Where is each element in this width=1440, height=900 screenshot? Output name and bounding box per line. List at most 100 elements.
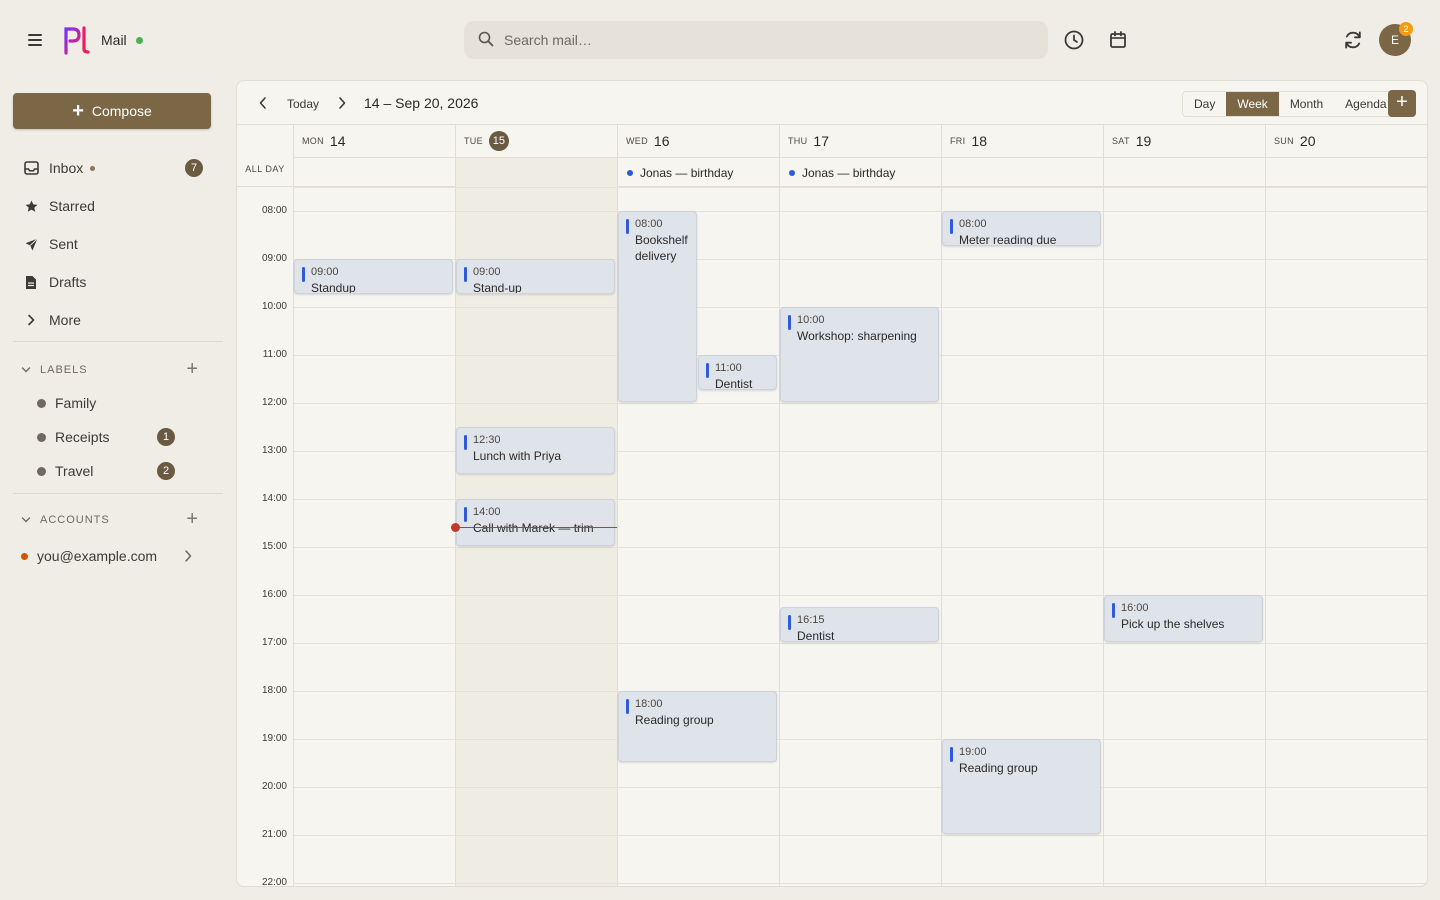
- compose-label: Compose: [91, 103, 152, 119]
- day-column-sat[interactable]: [1103, 187, 1265, 886]
- event-time: 09:00: [473, 266, 501, 278]
- hour-label: 10:00: [261, 301, 287, 312]
- event-card[interactable]: 08:00 Meter reading due: [942, 211, 1101, 246]
- prev-week-button[interactable]: [257, 96, 269, 110]
- account-status-dot: [21, 552, 28, 560]
- accounts-title: ACCOUNTS: [40, 514, 110, 526]
- day-number: 20: [1299, 133, 1316, 149]
- day-header-fri[interactable]: FRI 18: [941, 125, 1103, 158]
- event-card[interactable]: 10:00 Workshop: sharpening: [780, 307, 939, 402]
- event-card[interactable]: 19:00 Reading group: [942, 739, 1101, 834]
- event-card[interactable]: 11:00 Dentist: [698, 355, 777, 390]
- event-card[interactable]: 16:00 Pick up the shelves: [1104, 595, 1263, 642]
- account-item[interactable]: you@example.com: [13, 542, 211, 570]
- all-day-cell[interactable]: [1265, 158, 1427, 187]
- labels-title: LABELS: [40, 364, 88, 376]
- sidebar-item-more[interactable]: More: [13, 303, 211, 337]
- day-header-wed[interactable]: WED 16: [617, 125, 779, 158]
- sidebar-item-sent[interactable]: Sent: [13, 227, 211, 261]
- day-header-thu[interactable]: THU 17: [779, 125, 941, 158]
- label-item-family[interactable]: Family: [28, 388, 183, 418]
- menu-icon[interactable]: [24, 30, 46, 50]
- hour-label: 08:00: [261, 205, 287, 216]
- event-card[interactable]: 09:00 Standup: [294, 259, 453, 294]
- view-month-button[interactable]: Month: [1279, 92, 1334, 116]
- day-number: 19: [1135, 133, 1152, 149]
- event-card[interactable]: 08:00 Bookshelf delivery: [618, 211, 697, 402]
- add-event-button[interactable]: +: [1388, 90, 1416, 117]
- hour-gridline: [293, 883, 1427, 884]
- refresh-icon[interactable]: [1341, 28, 1365, 52]
- all-day-cell[interactable]: [293, 158, 455, 187]
- clock-icon[interactable]: [1062, 28, 1086, 52]
- all-day-event[interactable]: Jonas — birthday: [789, 165, 895, 181]
- view-day-button[interactable]: Day: [1183, 92, 1226, 116]
- top-bar: Mail E 2: [0, 0, 1440, 80]
- event-time: 18:00: [635, 698, 663, 710]
- sidebar-divider: [13, 493, 223, 494]
- labels-section-header[interactable]: LABELS +: [21, 358, 211, 381]
- label-color-dot: [37, 432, 46, 442]
- event-card[interactable]: 09:00 Stand-up: [456, 259, 615, 294]
- day-of-week: TUE: [464, 136, 483, 146]
- day-of-week: THU: [788, 136, 808, 146]
- event-time: 10:00: [797, 314, 825, 326]
- chevron-down-icon: [21, 367, 31, 373]
- event-color-dot: [789, 170, 795, 176]
- event-time: 16:15: [797, 614, 825, 626]
- hour-label: 09:00: [261, 253, 287, 264]
- event-card[interactable]: 14:00 Call with Marek — trim: [456, 499, 615, 546]
- app-logo: [64, 26, 90, 55]
- sidebar-item-drafts[interactable]: Drafts: [13, 265, 211, 299]
- search-bar[interactable]: [464, 21, 1048, 59]
- day-header-tue[interactable]: TUE 15: [455, 125, 617, 158]
- hour-gridline: [293, 211, 1427, 212]
- all-day-cell[interactable]: [455, 158, 617, 187]
- label-item-travel[interactable]: Travel 2: [28, 456, 183, 486]
- hour-label: 18:00: [261, 685, 287, 696]
- day-of-week: SUN: [1274, 136, 1294, 146]
- hour-gridline: [293, 187, 1427, 188]
- hour-gridline: [293, 787, 1427, 788]
- add-label-button[interactable]: +: [186, 358, 199, 381]
- day-header-sun[interactable]: SUN 20: [1265, 125, 1427, 158]
- hour-label: 11:00: [262, 349, 287, 360]
- add-account-button[interactable]: +: [186, 508, 199, 531]
- day-header-sat[interactable]: SAT 19: [1103, 125, 1265, 158]
- hour-label: 21:00: [261, 829, 287, 840]
- day-of-week: SAT: [1112, 136, 1130, 146]
- day-column-thu[interactable]: [779, 187, 941, 886]
- all-day-cell[interactable]: [941, 158, 1103, 187]
- sidebar-item-label: Drafts: [49, 274, 87, 290]
- search-input[interactable]: [504, 21, 1034, 59]
- accounts-section-header[interactable]: ACCOUNTS +: [21, 508, 211, 531]
- compose-button[interactable]: + Compose: [13, 93, 211, 129]
- calendar-icon[interactable]: [1106, 28, 1130, 52]
- inbox-icon: [23, 160, 39, 176]
- all-day-cell[interactable]: [1103, 158, 1265, 187]
- label-item-receipts[interactable]: Receipts 1: [28, 422, 183, 452]
- event-card[interactable]: 16:15 Dentist: [780, 607, 939, 642]
- event-title: Dentist: [797, 629, 835, 642]
- calendar-toolbar: Today 14 – Sep 20, 2026 Day Week Month A…: [237, 81, 1427, 125]
- label-count-badge: 2: [157, 462, 175, 480]
- notification-badge: 2: [1399, 22, 1413, 36]
- app-name: Mail: [101, 32, 127, 48]
- unread-dot: [90, 165, 96, 171]
- event-card[interactable]: 12:30 Lunch with Priya: [456, 427, 615, 474]
- today-button[interactable]: Today: [287, 97, 319, 111]
- sidebar-item-starred[interactable]: Starred: [13, 189, 211, 223]
- time-grid[interactable]: 08:00 09:00 10:00 11:00 12:00 13:00 14:00 15:00…: [237, 187, 1427, 886]
- all-day-event[interactable]: Jonas — birthday: [627, 165, 733, 181]
- day-column-sun[interactable]: [1265, 187, 1427, 886]
- event-title: Standup: [311, 281, 356, 294]
- hour-label: 13:00: [261, 445, 287, 456]
- sidebar-item-inbox[interactable]: Inbox 7: [13, 151, 211, 185]
- next-week-button[interactable]: [336, 96, 348, 110]
- event-time: 19:00: [959, 746, 987, 758]
- sidebar-item-label: Inbox: [49, 160, 84, 176]
- view-week-button[interactable]: Week: [1226, 92, 1279, 116]
- event-card[interactable]: 18:00 Reading group: [618, 691, 777, 762]
- day-header-mon[interactable]: MON 14: [293, 125, 455, 158]
- hour-label: 17:00: [261, 637, 287, 648]
